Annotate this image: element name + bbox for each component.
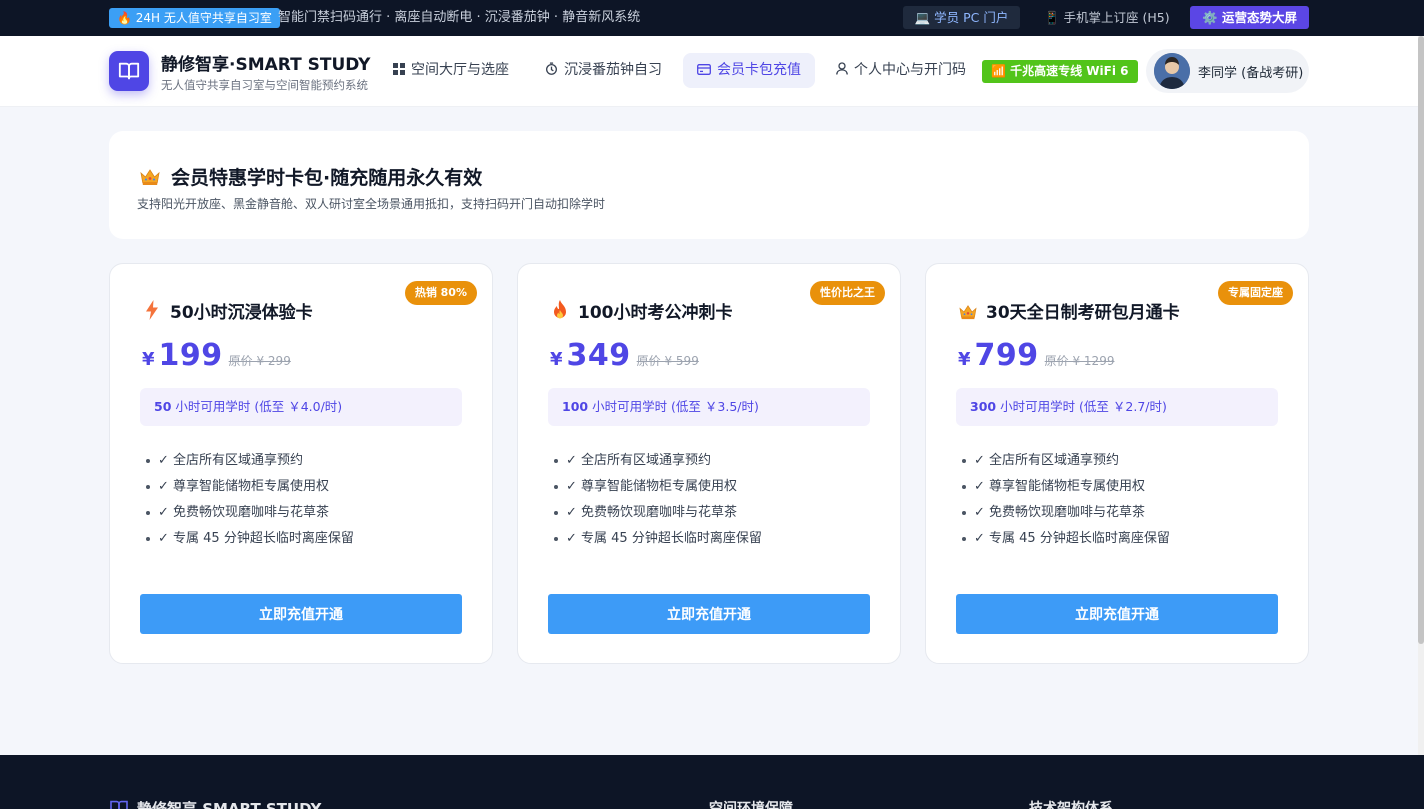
list-item: ✓ 全店所有区域通享预约 [962,448,1170,474]
plan-features: ✓ 全店所有区域通享预约 ✓ 尊享智能储物柜专属使用权 ✓ 免费畅饮现磨咖啡与花… [554,448,762,552]
footer-brand: 静修智享 SMART STUDY [109,798,321,809]
plan-name-text: 50小时沉浸体验卡 [170,303,313,323]
site-header: 静修智享·SMART STUDY 无人值守共享自习室与空间智能预约系统 空间大厅… [0,36,1418,107]
quota-hours: 100 [562,399,589,414]
plan-quota: 300 小时可用学时 (低至 ￥2.7/时) [956,388,1278,426]
original-price: 原价 ¥ 1299 [1044,354,1115,368]
wifi-badge: 📶 千兆高速专线 WiFi 6 [982,60,1138,83]
nav-membership-cards[interactable]: 会员卡包充值 [683,53,815,88]
recharge-button[interactable]: 立即充值开通 [548,594,870,634]
nav-pomodoro[interactable]: 沉浸番茄钟自习 [545,53,662,88]
intro-description: 支持阳光开放座、黑金静音舱、双人研讨室全场景通用抵扣，支持扫码开门自动扣除学时 [137,197,606,211]
plan-features: ✓ 全店所有区域通享预约 ✓ 尊享智能储物柜专属使用权 ✓ 免费畅饮现磨咖啡与花… [146,448,354,552]
original-price: 原价 ¥ 599 [636,354,699,368]
quota-text: 小时可用学时 (低至 ￥3.5/时) [592,399,759,414]
list-item: ✓ 尊享智能储物柜专属使用权 [554,474,762,500]
site-footer: 静修智享 SMART STUDY 空间环境保障 技术架构体系 [0,755,1424,809]
recharge-button[interactable]: 立即充值开通 [140,594,462,634]
nav-space-hall[interactable]: 空间大厅与选座 [393,53,509,88]
card-icon [697,64,711,75]
h5-booking-link[interactable]: 📱 手机掌上订座 (H5) [1044,6,1170,29]
pc-portal-link[interactable]: 💻 学员 PC 门户 [903,6,1020,29]
nav-label: 个人中心与开门码 [854,62,966,78]
list-item: ✓ 尊享智能储物柜专属使用权 [962,474,1170,500]
intro-title-text: 会员特惠学时卡包·随充随用永久有效 [171,167,483,189]
feature-ticker: 智能门禁扫码通行 · 离座自动断电 · 沉浸番茄钟 · 静音新风系统 [278,10,641,25]
original-price: 原价 ¥ 299 [228,354,291,368]
nav-label: 沉浸番茄钟自习 [564,62,662,78]
price-value: 199 [158,338,223,373]
list-item: ✓ 全店所有区域通享预约 [146,448,354,474]
recharge-button[interactable]: 立即充值开通 [956,594,1278,634]
list-item: ✓ 免费畅饮现磨咖啡与花草茶 [962,500,1170,526]
list-item: ✓ 免费畅饮现磨咖啡与花草茶 [554,500,762,526]
plan-tag: 性价比之王 [810,281,885,305]
plan-name: 50小时沉浸体验卡 [142,298,313,323]
list-item: ✓ 尊享智能储物柜专属使用权 [146,474,354,500]
footer-heading-tech: 技术架构体系 [1029,801,1113,809]
intro-title: 会员特惠学时卡包·随充随用永久有效 [139,163,482,190]
crown-icon [959,305,977,320]
avatar [1154,53,1190,89]
plan-price: ¥349 原价 ¥ 599 [550,338,699,373]
lightning-icon [146,300,158,320]
price-currency: ¥ [958,349,971,370]
plan-card-50h: 热销 80% 50小时沉浸体验卡 ¥199 原价 ¥ 299 50 小时可用学时 … [109,263,493,664]
flame-icon [554,300,566,319]
ops-dashboard-link[interactable]: ⚙️ 运营态势大屏 [1190,6,1309,29]
quota-hours: 50 [154,399,172,414]
plan-name-text: 100小时考公冲刺卡 [578,303,733,323]
brand-subtitle: 无人值守共享自习室与空间智能预约系统 [161,78,368,92]
announcement-bar: 🔥 24H 无人值守共享自习室 智能门禁扫码通行 · 离座自动断电 · 沉浸番茄… [0,0,1424,36]
price-currency: ¥ [550,349,563,370]
quota-hours: 300 [970,399,997,414]
footer-heading-environment: 空间环境保障 [709,801,793,809]
service-badge: 🔥 24H 无人值守共享自习室 [109,8,280,28]
quota-text: 小时可用学时 (低至 ￥2.7/时) [1000,399,1167,414]
plan-tag: 专属固定座 [1218,281,1293,305]
grid-icon [393,63,405,75]
timer-icon [546,62,557,75]
scrollbar-thumb[interactable] [1418,36,1424,644]
user-name: 李同学 (备战考研) [1198,66,1304,81]
plan-card-monthly: 专属固定座 30天全日制考研包月通卡 ¥799 原价 ¥ 1299 300 小时可… [925,263,1309,664]
price-value: 349 [566,338,631,373]
intro-card: 会员特惠学时卡包·随充随用永久有效 支持阳光开放座、黑金静音舱、双人研讨室全场景… [109,131,1309,239]
list-item: ✓ 专属 45 分钟超长临时离座保留 [146,526,354,552]
list-item: ✓ 专属 45 分钟超长临时离座保留 [962,526,1170,552]
nav-label: 空间大厅与选座 [411,62,509,78]
list-item: ✓ 专属 45 分钟超长临时离座保留 [554,526,762,552]
list-item: ✓ 免费畅饮现磨咖啡与花草茶 [146,500,354,526]
plan-tag: 热销 80% [404,281,477,305]
book-icon [118,62,140,80]
plan-features: ✓ 全店所有区域通享预约 ✓ 尊享智能储物柜专属使用权 ✓ 免费畅饮现磨咖啡与花… [962,448,1170,552]
plan-card-100h: 性价比之王 100小时考公冲刺卡 ¥349 原价 ¥ 599 100 小时可用学时… [517,263,901,664]
list-item: ✓ 全店所有区域通享预约 [554,448,762,474]
book-icon [110,800,128,809]
plan-name: 100小时考公冲刺卡 [550,298,733,323]
brand-title: 静修智享·SMART STUDY [161,55,371,75]
price-currency: ¥ [142,349,155,370]
logo[interactable] [109,51,149,91]
user-profile-chip[interactable]: 李同学 (备战考研) [1146,49,1309,93]
plan-quota: 50 小时可用学时 (低至 ￥4.0/时) [140,388,462,426]
nav-profile[interactable]: 个人中心与开门码 [836,53,966,88]
crown-icon [140,169,160,185]
price-value: 799 [974,338,1039,373]
plan-price: ¥199 原价 ¥ 299 [142,338,291,373]
plan-price: ¥799 原价 ¥ 1299 [958,338,1114,373]
plan-quota: 100 小时可用学时 (低至 ￥3.5/时) [548,388,870,426]
user-icon [836,62,848,75]
quota-text: 小时可用学时 (低至 ￥4.0/时) [175,399,343,414]
footer-brand-text: 静修智享 SMART STUDY [137,800,322,809]
plan-name: 30天全日制考研包月通卡 [958,298,1180,323]
nav-label: 会员卡包充值 [717,62,801,78]
plan-name-text: 30天全日制考研包月通卡 [986,303,1180,323]
